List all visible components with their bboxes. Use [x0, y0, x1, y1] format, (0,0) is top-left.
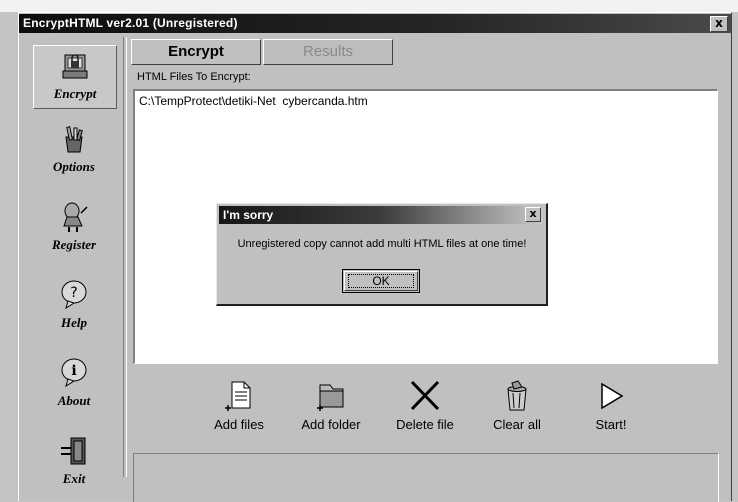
dialog-title: I'm sorry	[223, 208, 274, 222]
sidebar: Encrypt Options Register ? Help i About …	[25, 37, 125, 501]
sidebar-item-label: About	[57, 393, 91, 408]
add-folder-icon	[317, 384, 344, 411]
file-list-label: HTML Files To Encrypt:	[137, 71, 251, 83]
help-icon: ?	[61, 280, 87, 310]
add-files-button[interactable]: Add files	[199, 379, 279, 439]
window-title: EncryptHTML ver2.01 (Unregistered)	[23, 16, 238, 30]
start-icon	[601, 382, 624, 410]
dialog-close-button[interactable]: x	[525, 207, 541, 222]
sidebar-item-exit[interactable]: Exit	[33, 429, 115, 491]
register-icon	[63, 202, 88, 232]
toolbar-label: Clear all	[493, 417, 541, 432]
options-icon	[65, 126, 83, 153]
svg-text:i: i	[71, 363, 76, 379]
sidebar-item-options[interactable]: Options	[33, 119, 115, 181]
toolbar-label: Start!	[595, 417, 627, 432]
sidebar-item-label: Encrypt	[53, 86, 97, 101]
sidebar-item-register[interactable]: Register	[33, 195, 115, 257]
dialog-message: Unregistered copy cannot add multi HTML …	[237, 238, 527, 250]
sidebar-item-about[interactable]: i About	[33, 351, 115, 413]
svg-text:?: ?	[70, 285, 77, 301]
add-files-icon	[225, 381, 251, 411]
window-close-button[interactable]: x	[710, 16, 728, 32]
recycle-bin-icon	[507, 380, 527, 411]
screen-top-strip	[0, 0, 738, 12]
sidebar-item-label: Options	[53, 159, 95, 174]
sidebar-item-label: Register	[51, 237, 97, 252]
toolbar-label: Delete file	[396, 417, 454, 432]
ok-button[interactable]: OK	[342, 269, 420, 293]
window-titlebar[interactable]: EncryptHTML ver2.01 (Unregistered) x	[19, 14, 731, 33]
dialog-titlebar[interactable]: I'm sorry x	[219, 206, 543, 224]
sidebar-divider	[123, 37, 127, 477]
toolbar-label: Add files	[214, 417, 264, 432]
delete-icon	[410, 380, 440, 411]
clear-all-button[interactable]: Clear all	[477, 379, 557, 439]
tab-encrypt[interactable]: Encrypt	[131, 39, 261, 65]
error-dialog: I'm sorry x Unregistered copy cannot add…	[216, 203, 548, 306]
toolbar-label: Add folder	[301, 417, 361, 432]
delete-file-button[interactable]: Delete file	[385, 379, 465, 439]
sidebar-item-label: Help	[61, 315, 87, 330]
encrypt-icon	[62, 54, 88, 79]
exit-icon	[61, 437, 86, 465]
list-item[interactable]: C:\TempProtect\detiki-Net cybercanda.htm	[139, 94, 368, 108]
tab-results[interactable]: Results	[263, 39, 393, 65]
sidebar-item-help[interactable]: ? Help	[33, 273, 115, 335]
start-button[interactable]: Start!	[571, 379, 651, 439]
ok-button-label: OK	[344, 271, 418, 291]
sidebar-item-encrypt[interactable]: Encrypt	[33, 45, 117, 109]
add-folder-button[interactable]: Add folder	[291, 379, 371, 439]
sidebar-item-label: Exit	[62, 471, 86, 486]
about-icon: i	[61, 358, 87, 388]
status-bar	[133, 453, 719, 502]
